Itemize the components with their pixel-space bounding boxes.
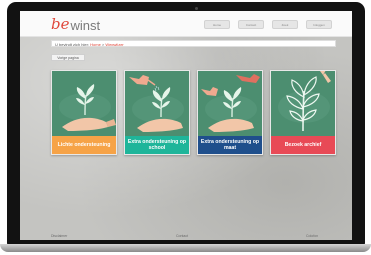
- tile-grid: Lichte ondersteuning Extra ondersteuning…: [51, 70, 337, 155]
- site-logo[interactable]: be winst: [51, 15, 101, 33]
- tile-label: Extra ondersteuning op maat: [198, 136, 262, 154]
- footer-contact-link[interactable]: Contact: [176, 234, 188, 238]
- nav-login-button[interactable]: Inloggen: [306, 20, 332, 29]
- webcam-icon: [195, 7, 198, 10]
- tile-extra-ondersteuning-op-maat[interactable]: Extra ondersteuning op maat: [197, 70, 263, 155]
- laptop-base: [0, 244, 371, 252]
- back-button[interactable]: Vorige pagina: [51, 54, 85, 61]
- watering-can-icon: [129, 75, 184, 132]
- garden-tools-icon: [201, 74, 260, 132]
- top-nav: Home Contact Zoek Inloggen: [204, 20, 332, 29]
- nav-contact-button[interactable]: Contact: [238, 20, 264, 29]
- browser-screen: be winst Home Contact Zoek Inloggen U be…: [20, 11, 352, 240]
- tile-label: Extra ondersteuning op school: [125, 136, 189, 154]
- breadcrumb-home-link[interactable]: Home: [90, 42, 101, 46]
- logo-text: winst: [70, 18, 101, 33]
- tile-label: Bezoek archief: [271, 136, 335, 154]
- site-footer: Disclaimer Contact Colofon: [20, 233, 352, 240]
- breadcrumb-prefix: U bevindt zich hier:: [55, 42, 91, 47]
- nav-home-button[interactable]: Home: [204, 20, 230, 29]
- plant-sketch-icon: [278, 71, 331, 132]
- tile-bezoek-archief[interactable]: Bezoek archief: [270, 70, 336, 155]
- tile-lichte-ondersteuning[interactable]: Lichte ondersteuning: [51, 70, 117, 155]
- tile-extra-ondersteuning-op-school[interactable]: Extra ondersteuning op school: [124, 70, 190, 155]
- plant-in-hand-icon: [59, 84, 116, 131]
- footer-disclaimer-link[interactable]: Disclaimer: [51, 234, 67, 238]
- tile-label: Lichte ondersteuning: [52, 136, 116, 154]
- footer-colofon-link[interactable]: Colofon: [306, 234, 318, 238]
- nav-search-button[interactable]: Zoek: [272, 20, 298, 29]
- breadcrumb-current: Wegwijzer: [105, 42, 124, 47]
- breadcrumb: U bevindt zich hier: Home > Wegwijzer: [51, 40, 336, 47]
- logo-mark: be: [51, 15, 70, 33]
- site-header: be winst Home Contact Zoek Inloggen: [20, 11, 352, 37]
